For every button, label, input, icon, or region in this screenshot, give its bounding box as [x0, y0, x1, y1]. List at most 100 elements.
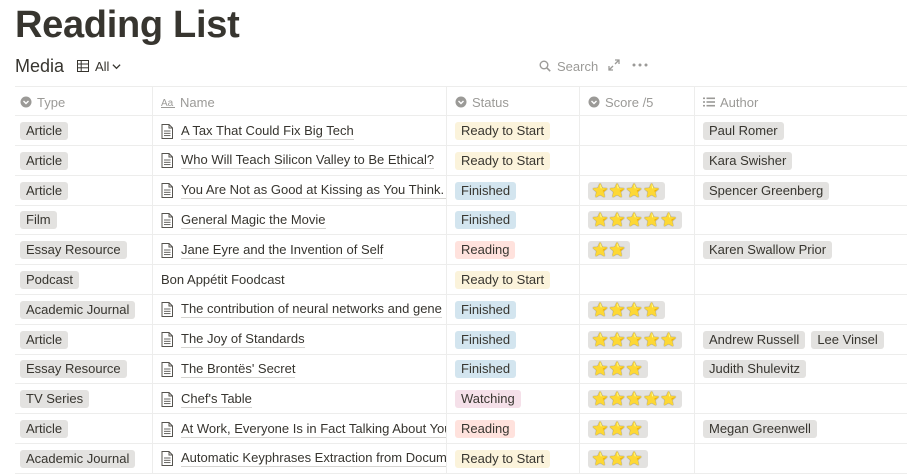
view-switcher[interactable]: All — [77, 56, 122, 76]
score-cell[interactable] — [580, 145, 695, 176]
table-row[interactable]: Article The Joy of Standards Finished ⭐⭐⭐⭐⭐… — [15, 324, 907, 355]
name-cell[interactable]: The contribution of neural networks and … — [153, 294, 447, 325]
name-cell[interactable]: The Brontës' Secret — [153, 354, 447, 385]
name-cell[interactable]: The Joy of Standards — [153, 324, 447, 355]
name-cell[interactable]: Bon Appétit Foodcast — [153, 265, 447, 295]
table-row[interactable]: Essay Resource The Brontës' Secret Finishe… — [15, 354, 907, 385]
name-cell[interactable]: Jane Eyre and the Invention of Self — [153, 235, 447, 266]
page-title-text: A Tax That Could Fix Big Tech — [181, 122, 354, 140]
score-cell[interactable]: ⭐⭐ — [580, 235, 695, 266]
name-cell[interactable]: A Tax That Could Fix Big Tech — [153, 116, 447, 146]
score-cell[interactable] — [580, 116, 695, 146]
name-cell[interactable]: You Are Not as Good at Kissing as You Th… — [153, 175, 447, 206]
author-cell[interactable]: Judith Shulevitz — [695, 354, 907, 384]
database-title[interactable]: Media — [15, 54, 64, 78]
status-cell[interactable]: Ready to Start — [447, 265, 580, 295]
page-link[interactable]: The Joy of Standards — [161, 331, 305, 349]
author-cell[interactable] — [695, 295, 907, 325]
name-cell[interactable]: General Magic the Movie — [153, 205, 447, 236]
status-cell[interactable]: Finished — [447, 175, 580, 206]
name-cell[interactable]: At Work, Everyone Is in Fact Talking Abo… — [153, 414, 447, 444]
type-cell[interactable]: Article — [15, 324, 153, 355]
table-row[interactable]: Article You Are Not as Good at Kissing as… — [15, 175, 907, 206]
name-cell[interactable]: Who Will Teach Silicon Valley to Be Ethi… — [153, 145, 447, 176]
table-row[interactable]: Academic Journal Automatic Keyphrases Ext… — [15, 443, 907, 474]
name-cell[interactable]: Automatic Keyphrases Extraction from Doc… — [153, 443, 447, 474]
author-cell[interactable]: Megan Greenwell — [695, 414, 907, 444]
type-tag: Article — [20, 151, 69, 170]
column-header-name[interactable]: Aa Name — [153, 87, 447, 117]
type-tag: Essay Resource — [20, 360, 127, 379]
status-cell[interactable]: Finished — [447, 324, 580, 355]
status-cell[interactable]: Reading — [447, 414, 580, 444]
table-row[interactable]: Article A Tax That Could Fix Big Tech Read… — [15, 116, 907, 146]
author-cell[interactable]: Spencer Greenberg — [695, 176, 907, 206]
author-cell[interactable]: Andrew Russell Lee Vinsel — [695, 325, 907, 355]
type-cell[interactable]: TV Series — [15, 384, 153, 415]
expand-icon[interactable] — [607, 58, 621, 72]
score-cell[interactable]: ⭐⭐⭐⭐ — [580, 175, 695, 206]
type-cell[interactable]: Essay Resource — [15, 235, 153, 266]
column-header-status[interactable]: Status — [447, 87, 580, 117]
page-link[interactable]: You Are Not as Good at Kissing as You Th… — [161, 182, 446, 200]
table-row[interactable]: Academic Journal The contribution of neur… — [15, 294, 907, 325]
status-cell[interactable]: Finished — [447, 354, 580, 385]
page-link[interactable]: The Brontës' Secret — [161, 361, 296, 378]
page-link[interactable]: Automatic Keyphrases Extraction from Doc… — [161, 450, 446, 468]
author-cell[interactable] — [695, 205, 907, 235]
author-cell[interactable]: Paul Romer — [695, 116, 907, 146]
status-cell[interactable]: Ready to Start — [447, 145, 580, 176]
more-options-icon[interactable] — [631, 58, 649, 72]
type-cell[interactable]: Essay Resource — [15, 354, 153, 385]
status-cell[interactable]: Reading — [447, 235, 580, 266]
page-link[interactable]: Who Will Teach Silicon Valley to Be Ethi… — [161, 152, 435, 170]
status-badge: Ready to Start — [455, 449, 551, 468]
table-row[interactable]: Article Who Will Teach Silicon Valley to … — [15, 145, 907, 176]
type-cell[interactable]: Article — [15, 145, 153, 176]
author-cell[interactable] — [695, 265, 907, 295]
type-cell[interactable]: Article — [15, 414, 153, 444]
table-row[interactable]: Article At Work, Everyone Is in Fact Talk… — [15, 414, 907, 444]
status-cell[interactable]: Ready to Start — [447, 443, 580, 474]
page-link[interactable]: General Magic the Movie — [161, 212, 326, 229]
type-cell[interactable]: Podcast — [15, 265, 153, 295]
page-title: Reading List — [15, 4, 240, 46]
status-cell[interactable]: Watching — [447, 384, 580, 415]
status-cell[interactable]: Ready to Start — [447, 116, 580, 146]
table-row[interactable]: Podcast Bon Appétit Foodcast Ready to Star… — [15, 265, 907, 295]
type-cell[interactable]: Article — [15, 116, 153, 146]
page-link[interactable]: Jane Eyre and the Invention of Self — [161, 242, 384, 259]
status-cell[interactable]: Finished — [447, 294, 580, 325]
score-cell[interactable]: ⭐⭐⭐ — [580, 354, 695, 385]
page-link[interactable]: Bon Appétit Foodcast — [161, 272, 285, 288]
score-cell[interactable] — [580, 265, 695, 295]
table-row[interactable]: Film General Magic the Movie Finished ⭐⭐⭐⭐⭐ — [15, 205, 907, 236]
score-cell[interactable]: ⭐⭐⭐ — [580, 414, 695, 444]
status-cell[interactable]: Finished — [447, 205, 580, 236]
author-cell[interactable]: Kara Swisher — [695, 146, 907, 176]
select-property-icon — [455, 96, 467, 108]
author-cell[interactable] — [695, 444, 907, 474]
score-cell[interactable]: ⭐⭐⭐⭐ — [580, 294, 695, 325]
score-cell[interactable]: ⭐⭐⭐ — [580, 443, 695, 474]
type-cell[interactable]: Article — [15, 175, 153, 206]
type-cell[interactable]: Academic Journal — [15, 294, 153, 325]
search-button[interactable]: Search — [539, 56, 598, 76]
column-header-score[interactable]: Score /5 — [580, 87, 695, 117]
table-row[interactable]: Essay Resource Jane Eyre and the Inventio… — [15, 235, 907, 266]
author-cell[interactable]: Karen Swallow Prior — [695, 235, 907, 265]
column-header-author[interactable]: Author — [695, 87, 907, 117]
score-cell[interactable]: ⭐⭐⭐⭐⭐ — [580, 384, 695, 415]
page-link[interactable]: The contribution of neural networks and … — [161, 301, 442, 319]
page-link[interactable]: At Work, Everyone Is in Fact Talking Abo… — [161, 421, 446, 438]
page-link[interactable]: Chef's Table — [161, 391, 252, 408]
score-cell[interactable]: ⭐⭐⭐⭐⭐ — [580, 205, 695, 236]
table-row[interactable]: TV Series Chef's Table Watching ⭐⭐⭐⭐⭐ — [15, 384, 907, 415]
score-cell[interactable]: ⭐⭐⭐⭐⭐ — [580, 324, 695, 355]
column-header-type[interactable]: Type — [15, 87, 153, 117]
page-link[interactable]: A Tax That Could Fix Big Tech — [161, 123, 354, 140]
type-cell[interactable]: Film — [15, 205, 153, 236]
name-cell[interactable]: Chef's Table — [153, 384, 447, 415]
author-cell[interactable] — [695, 384, 907, 414]
type-cell[interactable]: Academic Journal — [15, 443, 153, 474]
